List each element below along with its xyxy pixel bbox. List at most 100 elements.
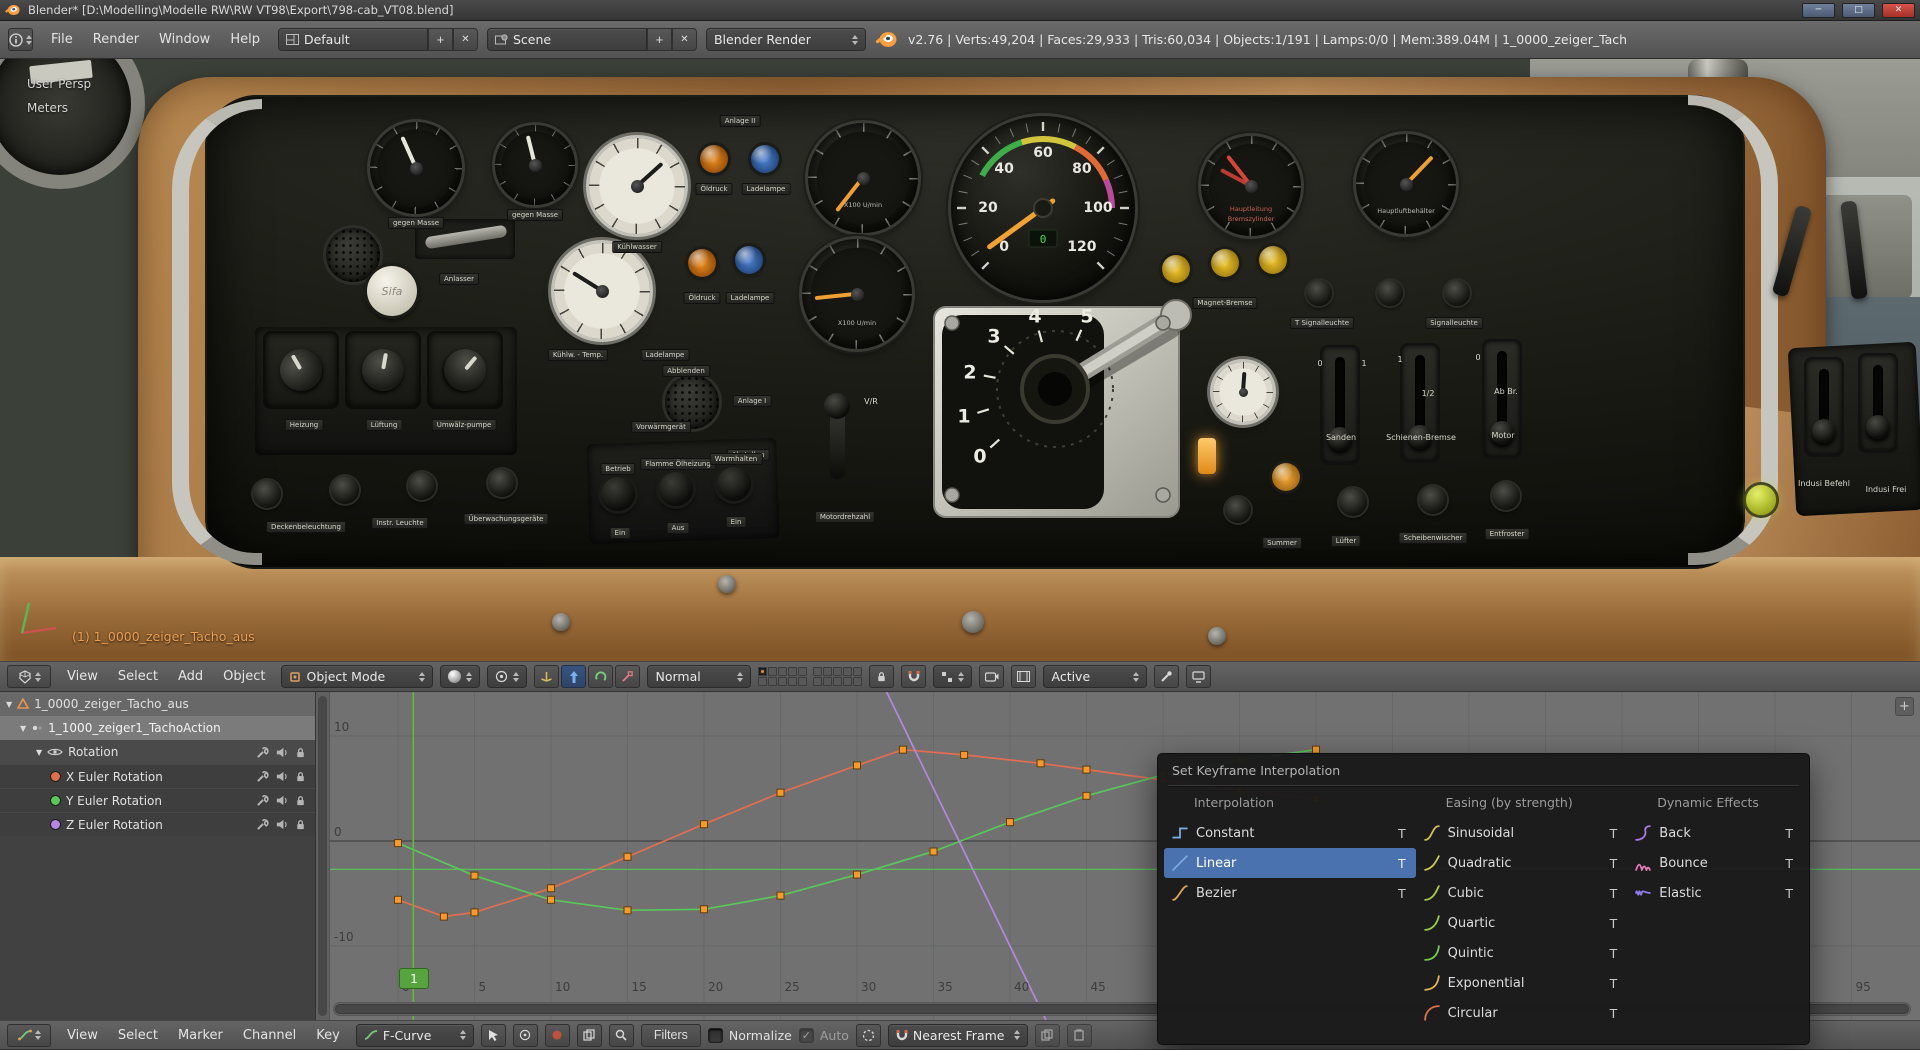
panel-knob[interactable] xyxy=(1444,280,1470,306)
layer-cell[interactable] xyxy=(833,677,842,686)
graph-menu-key[interactable]: Key xyxy=(307,1025,349,1046)
viewport-3d[interactable]: 0204060801001200 Sifa 0123456 xyxy=(0,59,1920,661)
graph-vertical-scrollbar[interactable] xyxy=(316,692,330,1020)
channel-row-x-euler-rotation[interactable]: X Euler Rotation xyxy=(0,764,315,788)
channel-row-z-euler-rotation[interactable]: Z Euler Rotation xyxy=(0,812,315,836)
channel-row-y-euler-rotation[interactable]: Y Euler Rotation xyxy=(0,788,315,812)
viewport-menu-add[interactable]: Add xyxy=(169,666,212,687)
indusi-switch-1[interactable] xyxy=(1806,359,1842,455)
render-opengl-anim-button[interactable] xyxy=(1011,665,1036,688)
popup-item-bounce[interactable]: BounceT xyxy=(1627,848,1803,878)
panel-knob[interactable] xyxy=(1306,280,1332,306)
channel-row-rotation[interactable]: ▼Rotation xyxy=(0,740,315,764)
render-engine-dropdown[interactable]: Blender Render xyxy=(706,28,866,51)
graph-menu-select[interactable]: Select xyxy=(109,1025,167,1046)
layer-cell[interactable] xyxy=(788,667,797,676)
rotary-switch-umwaelzpumpe[interactable] xyxy=(429,333,501,407)
modifier-wrench-icon[interactable] xyxy=(256,746,269,759)
flamme-button[interactable] xyxy=(659,472,693,506)
copy-pose-button[interactable] xyxy=(1035,1024,1060,1047)
screen-layout-dropdown[interactable]: Default xyxy=(278,28,428,51)
snap-element-dropdown[interactable] xyxy=(933,665,972,688)
popup-item-constant[interactable]: ConstantT xyxy=(1164,818,1416,848)
popup-item-bezier[interactable]: BezierT xyxy=(1164,878,1416,908)
modifier-wrench-icon[interactable] xyxy=(256,770,269,783)
popup-item-sinusoidal[interactable]: SinusoidalT xyxy=(1416,818,1628,848)
layer-cell[interactable] xyxy=(813,667,822,676)
mode-dropdown[interactable]: Object Mode xyxy=(281,665,433,688)
layer-cell[interactable] xyxy=(833,667,842,676)
indusi-switch-2[interactable] xyxy=(1860,355,1896,451)
auto-normalize-checkbox[interactable]: ✓Auto xyxy=(799,1028,849,1043)
disclosure-triangle-icon[interactable]: ▼ xyxy=(20,724,26,733)
screencast-button[interactable] xyxy=(1186,665,1211,688)
current-frame-indicator[interactable]: 1 xyxy=(399,968,429,989)
eye-icon[interactable] xyxy=(47,747,63,757)
info-editor-type-button[interactable] xyxy=(8,28,33,51)
layer-cell[interactable] xyxy=(853,667,862,676)
snap-toggle-button[interactable] xyxy=(901,665,926,688)
copy-keyframes-button[interactable] xyxy=(577,1024,602,1047)
viewport-menu-object[interactable]: Object xyxy=(214,666,274,687)
scale-manipulator-button[interactable] xyxy=(615,665,640,688)
minimize-button[interactable]: ─ xyxy=(1802,3,1835,18)
delete-screen-layout-button[interactable]: ✕ xyxy=(453,28,478,51)
speaker-mute-icon[interactable] xyxy=(275,770,288,783)
maximize-button[interactable]: □ xyxy=(1842,3,1875,18)
rotary-switch-heizung[interactable] xyxy=(265,333,337,407)
popup-item-exponential[interactable]: ExponentialT xyxy=(1416,968,1628,998)
graph-mode-dropdown[interactable]: F-Curve xyxy=(356,1024,474,1047)
viewport-menu-select[interactable]: Select xyxy=(109,666,167,687)
lock-icon[interactable] xyxy=(294,794,307,807)
delete-scene-button[interactable]: ✕ xyxy=(672,28,697,51)
toggle-switch-schienenbremse[interactable] xyxy=(1402,345,1438,461)
panel-knob[interactable] xyxy=(1492,482,1520,510)
modifier-wrench-icon[interactable] xyxy=(256,794,269,807)
rotate-manipulator-button[interactable] xyxy=(588,665,613,688)
layer-cell[interactable] xyxy=(788,677,797,686)
scene-dropdown[interactable]: Scene xyxy=(487,28,647,51)
graph-properties-toggle[interactable]: + xyxy=(1895,697,1914,716)
panel-knob[interactable] xyxy=(1225,497,1251,523)
layer-cell[interactable] xyxy=(798,677,807,686)
layer-cell[interactable] xyxy=(843,667,852,676)
speaker-mute-icon[interactable] xyxy=(275,794,288,807)
brush-button[interactable] xyxy=(1154,665,1179,688)
panel-knob[interactable] xyxy=(253,480,281,508)
layer-cell[interactable] xyxy=(758,667,767,676)
channel-row-1-1000-zeiger1-tachoaction[interactable]: ▼1_1000_zeiger1_TachoAction xyxy=(0,716,315,740)
popup-item-circular[interactable]: CircularT xyxy=(1416,998,1628,1028)
pivot-point-dropdown[interactable] xyxy=(487,665,527,688)
warmhalten-button[interactable] xyxy=(717,467,751,501)
disclosure-triangle-icon[interactable]: ▼ xyxy=(6,700,12,709)
lock-icon[interactable] xyxy=(294,818,307,831)
layer-cell[interactable] xyxy=(813,677,822,686)
popup-item-linear[interactable]: LinearT xyxy=(1164,848,1416,878)
viewport-menu-view[interactable]: View xyxy=(58,666,107,687)
paste-pose-button[interactable] xyxy=(1067,1024,1092,1047)
popup-item-elastic[interactable]: ElasticT xyxy=(1627,878,1803,908)
add-screen-layout-button[interactable]: + xyxy=(428,28,453,51)
normalize-checkbox[interactable]: Normalize xyxy=(708,1028,792,1043)
rotary-switch-lueftung[interactable] xyxy=(347,333,419,407)
layer-cell[interactable] xyxy=(853,677,862,686)
popup-item-back[interactable]: BackT xyxy=(1627,818,1803,848)
ghost-curves-toggle-button[interactable] xyxy=(856,1024,881,1047)
render-opengl-button[interactable] xyxy=(979,665,1004,688)
zoom-tool-button[interactable] xyxy=(609,1024,634,1047)
lock-icon[interactable] xyxy=(294,746,307,759)
popup-item-quartic[interactable]: QuarticT xyxy=(1416,908,1628,938)
channel-row-1-0000-zeiger-tacho-aus[interactable]: ▼1_0000_zeiger_Tacho_aus xyxy=(0,692,315,716)
panel-knob[interactable] xyxy=(408,472,436,500)
layer-cell[interactable] xyxy=(823,677,832,686)
popup-item-quadratic[interactable]: QuadraticT xyxy=(1416,848,1628,878)
layer-cell[interactable] xyxy=(823,667,832,676)
panel-knob[interactable] xyxy=(331,476,359,504)
graph-menu-marker[interactable]: Marker xyxy=(169,1025,232,1046)
layer-cell[interactable] xyxy=(768,667,777,676)
layer-cell[interactable] xyxy=(843,677,852,686)
layer-cell[interactable] xyxy=(798,667,807,676)
translate-manipulator-button[interactable] xyxy=(561,665,586,688)
manipulator-toggle-button[interactable] xyxy=(534,665,559,688)
info-menu-render[interactable]: Render xyxy=(84,29,148,50)
